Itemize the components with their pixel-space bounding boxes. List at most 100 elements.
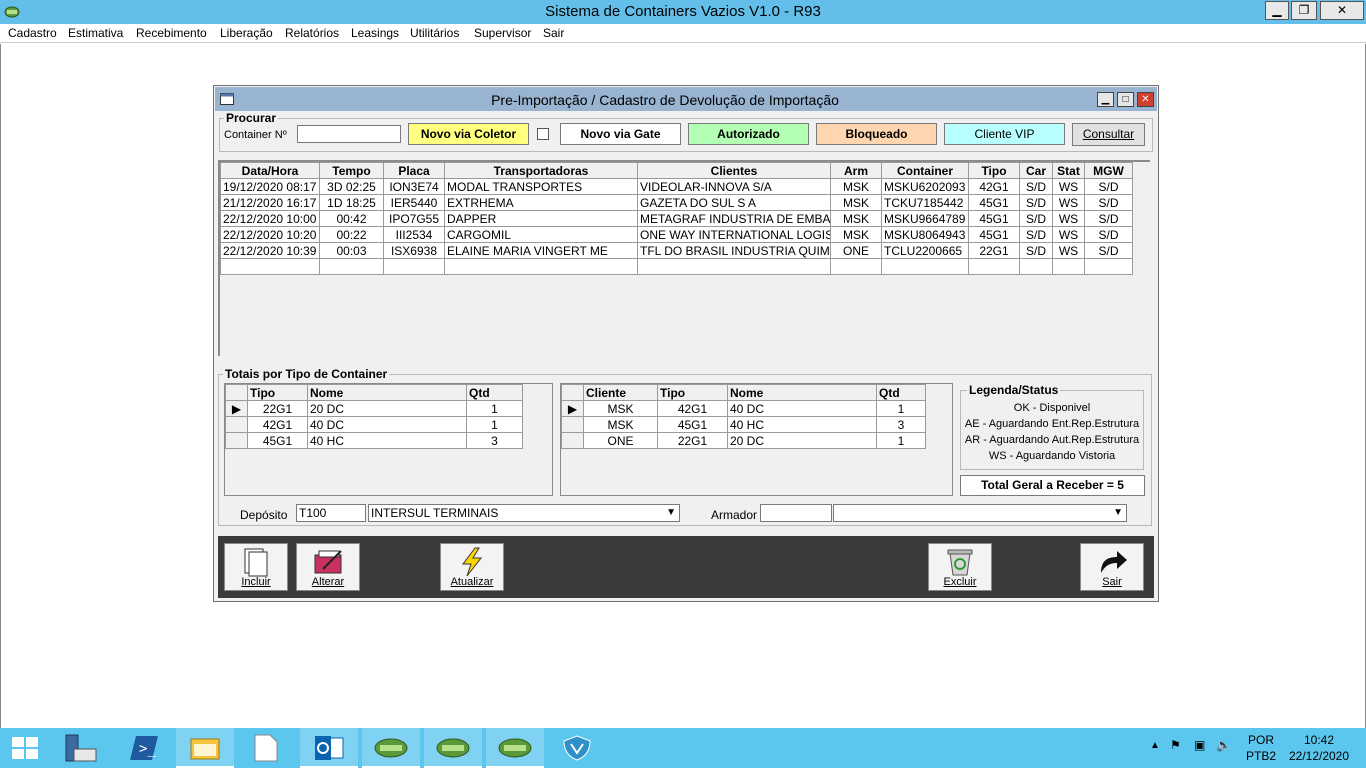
- deposito-code-input[interactable]: T100: [296, 504, 366, 522]
- taskbar-container-app-1[interactable]: [362, 728, 420, 768]
- volume-icon[interactable]: 🔈: [1216, 738, 1231, 752]
- table-row[interactable]: ▶ 22G1 20 DC 1: [225, 400, 523, 417]
- type-totals-grid[interactable]: Tipo Nome Qtd ▶ 22G1 20 DC 1 42G1 40 DC …: [224, 383, 553, 496]
- restore-button[interactable]: ❐: [1291, 1, 1317, 20]
- table-row[interactable]: 45G1 40 HC 3: [225, 432, 523, 449]
- language-indicator[interactable]: POR PTB2: [1244, 732, 1278, 764]
- col-mgw[interactable]: MGW: [1084, 162, 1133, 179]
- menu-recebimento[interactable]: Recebimento: [136, 26, 207, 40]
- bloqueado-button[interactable]: Bloqueado: [816, 123, 937, 145]
- novo-via-gate-button[interactable]: Novo via Gate: [560, 123, 681, 145]
- server-manager-icon[interactable]: [64, 733, 98, 763]
- table-row[interactable]: 19/12/2020 08:17 3D 02:25 ION3E74 MODAL …: [220, 178, 1133, 195]
- taskbar-outlook[interactable]: [300, 728, 358, 768]
- cell-tipo: 22G1: [968, 242, 1020, 259]
- col-placa[interactable]: Placa: [383, 162, 445, 179]
- menu-estimativa[interactable]: Estimativa: [68, 26, 123, 40]
- taskbar-file-explorer[interactable]: [176, 728, 234, 768]
- taskbar-container-app-2[interactable]: [424, 728, 482, 768]
- clock[interactable]: 10:42 22/12/2020: [1284, 732, 1354, 764]
- menu-utilitarios[interactable]: Utilitários: [410, 26, 459, 40]
- row-pointer-icon: ▶: [225, 400, 248, 417]
- col-stat[interactable]: Stat: [1052, 162, 1085, 179]
- minimize-button[interactable]: ▁: [1265, 1, 1289, 20]
- menu-leasings[interactable]: Leasings: [351, 26, 399, 40]
- grid-header-row: Data/Hora Tempo Placa Transportadoras Cl…: [220, 162, 1133, 179]
- document-icon[interactable]: [254, 734, 278, 762]
- armador-code-input[interactable]: [760, 504, 832, 522]
- close-button[interactable]: ✕: [1320, 1, 1364, 20]
- table-row[interactable]: ▶ MSK 42G1 40 DC 1: [561, 400, 926, 417]
- dialog-close-button[interactable]: ✕: [1137, 92, 1154, 107]
- cell-qtd: 1: [466, 400, 523, 417]
- clock-time: 10:42: [1303, 733, 1335, 747]
- menu-liberacao[interactable]: Liberação: [220, 26, 273, 40]
- col-tipo[interactable]: Tipo: [968, 162, 1020, 179]
- col-cliente[interactable]: Cliente: [583, 384, 658, 401]
- cell-cliente: MSK: [583, 400, 658, 417]
- menu-supervisor[interactable]: Supervisor: [474, 26, 531, 40]
- cell-arm: ONE: [830, 242, 882, 259]
- cell-car: S/D: [1019, 226, 1053, 243]
- col-tempo[interactable]: Tempo: [319, 162, 384, 179]
- sair-button[interactable]: Sair: [1080, 543, 1144, 591]
- col-nome[interactable]: Nome: [307, 384, 467, 401]
- keyboard-layout: PTB2: [1245, 749, 1276, 763]
- cell-nome: 20 DC: [727, 432, 877, 449]
- col-qtd[interactable]: Qtd: [466, 384, 523, 401]
- incluir-button[interactable]: Incluir: [224, 543, 288, 591]
- close-icon: ✕: [1141, 94, 1150, 105]
- cell-qtd: 1: [876, 432, 926, 449]
- client-totals-grid[interactable]: Cliente Tipo Nome Qtd ▶ MSK 42G1 40 DC 1…: [560, 383, 953, 496]
- menu-sair[interactable]: Sair: [543, 26, 564, 40]
- excluir-button[interactable]: Excluir: [928, 543, 992, 591]
- app-title: Sistema de Containers Vazios V1.0 - R93: [545, 3, 821, 20]
- app-title-bar: Sistema de Containers Vazios V1.0 - R93 …: [0, 0, 1366, 24]
- novo-via-coletor-button[interactable]: Novo via Coletor: [408, 123, 529, 145]
- col-qtd[interactable]: Qtd: [876, 384, 926, 401]
- table-row[interactable]: 22/12/2020 10:00 00:42 IPO7G55 DAPPER ME…: [220, 210, 1133, 227]
- containers-grid[interactable]: Data/Hora Tempo Placa Transportadoras Cl…: [218, 160, 1150, 356]
- col-tipo[interactable]: Tipo: [657, 384, 728, 401]
- container-input[interactable]: [297, 125, 401, 143]
- consultar-button[interactable]: Consultar: [1072, 123, 1145, 146]
- gate-checkbox[interactable]: [537, 128, 549, 140]
- table-row[interactable]: MSK 45G1 40 HC 3: [561, 416, 926, 433]
- windows-start-icon[interactable]: [12, 737, 38, 759]
- col-data-hora[interactable]: Data/Hora: [220, 162, 320, 179]
- dialog-maximize-button[interactable]: □: [1117, 92, 1134, 107]
- armador-select[interactable]: ▼: [833, 504, 1127, 522]
- col-nome[interactable]: Nome: [727, 384, 877, 401]
- menu-cadastro[interactable]: Cadastro: [8, 26, 57, 40]
- deposito-select[interactable]: INTERSUL TERMINAIS ▼: [368, 504, 680, 522]
- powershell-icon[interactable]: >_: [130, 736, 158, 760]
- cell-stat: WS: [1052, 210, 1085, 227]
- col-transportadoras[interactable]: Transportadoras: [444, 162, 638, 179]
- col-tipo[interactable]: Tipo: [247, 384, 308, 401]
- cliente-vip-button[interactable]: Cliente VIP: [944, 123, 1065, 145]
- table-row[interactable]: 22/12/2020 10:39 00:03 ISX6938 ELAINE MA…: [220, 242, 1133, 259]
- taskbar-container-app-3[interactable]: [486, 728, 544, 768]
- col-clientes[interactable]: Clientes: [637, 162, 831, 179]
- table-row[interactable]: 22/12/2020 10:20 00:22 III2534 CARGOMIL …: [220, 226, 1133, 243]
- chevron-down-icon: ▼: [1113, 507, 1123, 518]
- containers-table: Data/Hora Tempo Placa Transportadoras Cl…: [220, 162, 1133, 275]
- tray-chevron-up-icon[interactable]: ▲: [1150, 740, 1160, 751]
- network-icon[interactable]: ▣: [1194, 738, 1205, 752]
- col-arm[interactable]: Arm: [830, 162, 882, 179]
- autorizado-button[interactable]: Autorizado: [688, 123, 809, 145]
- taskbar-vpn-app[interactable]: [548, 728, 606, 768]
- dialog-minimize-button[interactable]: ▁: [1097, 92, 1114, 107]
- col-car[interactable]: Car: [1019, 162, 1053, 179]
- menu-relatorios[interactable]: Relatórios: [285, 26, 339, 40]
- atualizar-button[interactable]: Atualizar: [440, 543, 504, 591]
- language-code: POR: [1247, 733, 1274, 747]
- cell-container: MSKU6202093: [881, 178, 969, 195]
- flag-icon[interactable]: ⚑: [1170, 738, 1181, 752]
- table-row-empty[interactable]: [220, 258, 1133, 275]
- table-row[interactable]: ONE 22G1 20 DC 1: [561, 432, 926, 449]
- alterar-button[interactable]: Alterar: [296, 543, 360, 591]
- table-row[interactable]: 42G1 40 DC 1: [225, 416, 523, 433]
- col-container[interactable]: Container: [881, 162, 969, 179]
- table-row[interactable]: 21/12/2020 16:17 1D 18:25 IER5440 EXTRHE…: [220, 194, 1133, 211]
